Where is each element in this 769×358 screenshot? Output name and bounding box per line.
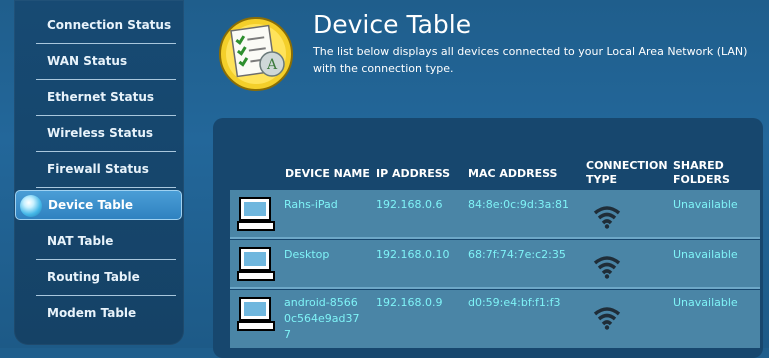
sidebar-item-firewall-status[interactable]: Firewall Status xyxy=(36,152,176,186)
sidebar-item-label: NAT Table xyxy=(47,234,114,248)
device-name-line: 0c564e9ad37 xyxy=(284,312,360,325)
sidebar-item-modem-table[interactable]: Modem Table xyxy=(36,296,176,330)
shared-folders-status: Unavailable xyxy=(673,248,738,261)
column-header-line: TYPE xyxy=(586,173,618,186)
computer-icon xyxy=(237,297,275,331)
checklist-document-icon: A xyxy=(219,17,293,91)
table-row[interactable]: Desktop 192.168.0.10 68:7f:74:7e:c2:35 U… xyxy=(230,240,760,287)
sidebar-item-label: Device Table xyxy=(48,198,134,212)
table-row[interactable]: Rahs-iPad 192.168.0.6 84:8e:0c:9d:3a:81 … xyxy=(230,190,760,237)
column-header-shared-folders: SHARED FOLDERS xyxy=(673,159,730,187)
sidebar-item-connection-status[interactable]: Connection Status xyxy=(36,8,176,42)
divider xyxy=(36,187,176,188)
sidebar-item-label: Modem Table xyxy=(47,306,137,320)
ip-address: 192.168.0.10 xyxy=(376,248,450,261)
sidebar-item-label: Firewall Status xyxy=(47,162,149,176)
sidebar-item-wan-status[interactable]: WAN Status xyxy=(36,44,176,78)
column-header-line: FOLDERS xyxy=(673,173,730,186)
wifi-icon xyxy=(593,256,621,279)
column-header-device-name: DEVICE NAME xyxy=(285,167,370,180)
device-name: Desktop xyxy=(284,248,330,261)
shared-folders-status: Unavailable xyxy=(673,296,738,309)
mac-address: 84:8e:0c:9d:3a:81 xyxy=(468,198,570,211)
page-description: The list below displays all devices conn… xyxy=(313,45,748,75)
sidebar-item-label: Routing Table xyxy=(47,270,140,284)
sidebar-item-label: Ethernet Status xyxy=(47,90,155,104)
sidebar-item-label: WAN Status xyxy=(47,54,128,68)
column-header-line: CONNECTION xyxy=(586,159,668,172)
column-header-connection-type: CONNECTION TYPE xyxy=(586,159,668,187)
device-name: Rahs-iPad xyxy=(284,198,338,211)
column-header-mac-address: MAC ADDRESS xyxy=(468,167,558,180)
device-name-line: android-8566 xyxy=(284,296,358,309)
table-row[interactable]: android-8566 0c564e9ad37 7 192.168.0.9 d… xyxy=(230,290,760,348)
svg-text:A: A xyxy=(266,57,278,73)
sidebar-item-label: Connection Status xyxy=(47,18,172,32)
column-header-ip-address: IP ADDRESS xyxy=(376,167,451,180)
mac-address: d0:59:e4:bf:f1:f3 xyxy=(468,296,561,309)
mac-address: 68:7f:74:7e:c2:35 xyxy=(468,248,566,261)
page-title: Device Table xyxy=(313,10,472,39)
computer-icon xyxy=(237,197,275,231)
sidebar-item-device-table[interactable]: Device Table xyxy=(15,190,182,220)
column-header-line: SHARED xyxy=(673,159,724,172)
sidebar-item-nat-table[interactable]: NAT Table xyxy=(36,224,176,258)
sidebar-nav: Connection Status WAN Status Ethernet St… xyxy=(14,0,184,345)
row-divider xyxy=(230,287,760,289)
sidebar-item-wireless-status[interactable]: Wireless Status xyxy=(36,116,176,150)
computer-icon xyxy=(237,247,275,281)
wifi-icon xyxy=(593,206,621,229)
sidebar-item-routing-table[interactable]: Routing Table xyxy=(36,260,176,294)
ip-address: 192.168.0.9 xyxy=(376,296,443,309)
shared-folders-status: Unavailable xyxy=(673,198,738,211)
sidebar-item-label: Wireless Status xyxy=(47,126,154,140)
wifi-icon xyxy=(593,307,621,330)
device-name-line: 7 xyxy=(284,328,291,341)
device-name: android-8566 0c564e9ad37 7 xyxy=(284,295,360,343)
row-divider xyxy=(230,237,760,239)
ip-address: 192.168.0.6 xyxy=(376,198,443,211)
active-bullet-icon xyxy=(20,195,42,217)
sidebar-item-ethernet-status[interactable]: Ethernet Status xyxy=(36,80,176,114)
